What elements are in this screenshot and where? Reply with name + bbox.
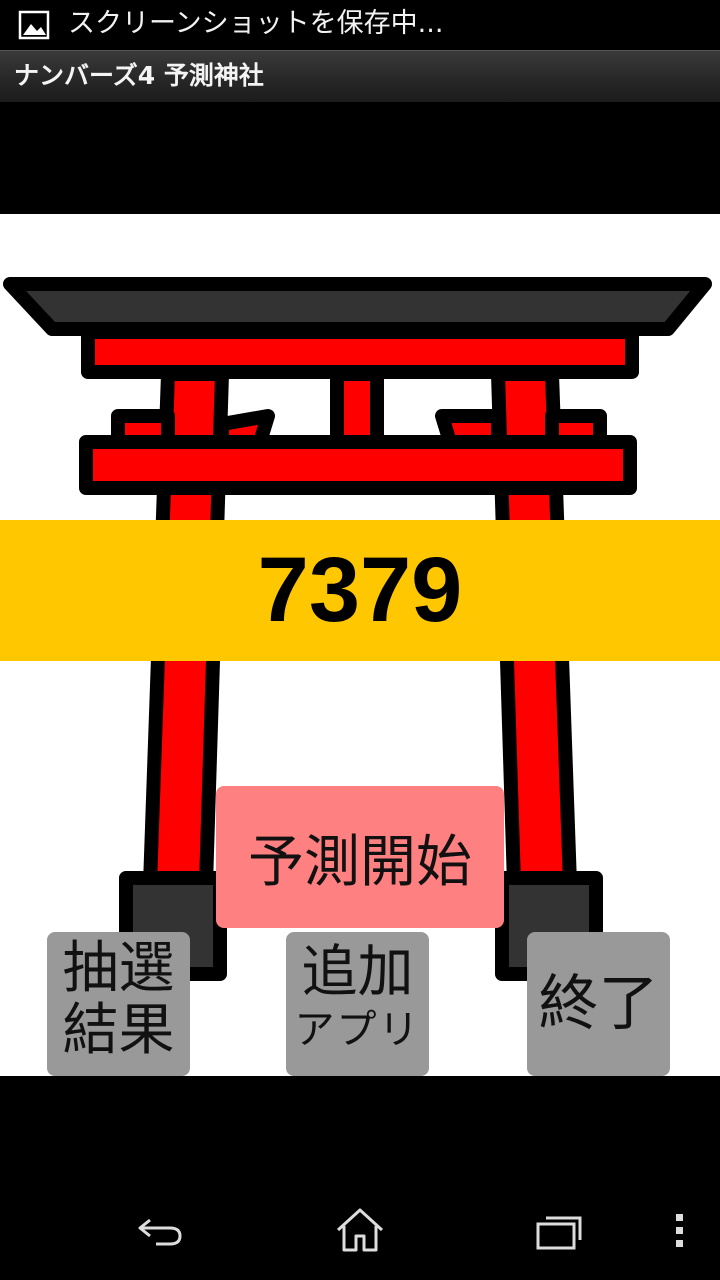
start-prediction-button[interactable]: 予測開始 — [216, 786, 504, 928]
back-icon[interactable] — [134, 1206, 186, 1254]
navigation-bar — [0, 1176, 720, 1280]
recent-apps-icon[interactable] — [534, 1206, 586, 1254]
more-apps-label-line1: 追加 — [301, 940, 414, 1005]
draw-results-label-line2: 結果 — [62, 998, 175, 1063]
home-icon[interactable] — [334, 1206, 386, 1254]
draw-results-label-line1: 抽選 — [62, 936, 175, 1001]
draw-results-button[interactable]: 抽選 結果 — [47, 932, 190, 1076]
more-apps-label-line2: アプリ — [294, 1007, 421, 1053]
start-prediction-label: 予測開始 — [248, 829, 472, 895]
prediction-band: 7379 — [0, 520, 720, 661]
status-bar: スクリーンショットを保存中... — [0, 0, 720, 50]
exit-button[interactable]: 終了 — [527, 932, 670, 1076]
app-content: 7379 予測開始 抽選 結果 追加 アプリ 終了 — [0, 214, 720, 1076]
app-title-bar: ナンバーズ4 予測神社 — [0, 50, 720, 102]
status-notification-text: スクリーンショットを保存中... — [68, 8, 444, 39]
app-title: ナンバーズ4 予測神社 — [14, 61, 264, 90]
screen: スクリーンショットを保存中... ナンバーズ4 予測神社 7379 予測開始 抽… — [0, 0, 720, 1280]
exit-label: 終了 — [538, 969, 659, 1039]
overflow-menu-icon[interactable] — [666, 1206, 694, 1254]
image-icon — [18, 10, 50, 40]
prediction-number: 7379 — [257, 539, 463, 641]
more-apps-button[interactable]: 追加 アプリ — [286, 932, 429, 1076]
